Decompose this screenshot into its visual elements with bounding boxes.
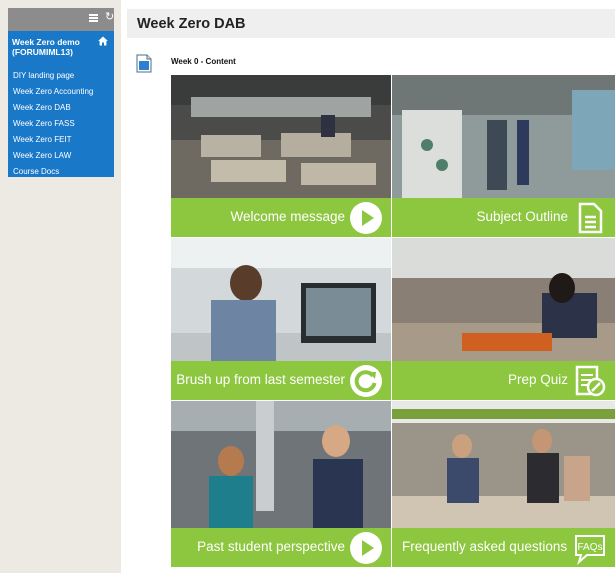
menu-item-week-zero-feit[interactable]: Week Zero FEIT (8, 133, 114, 149)
tile-faq[interactable]: Frequently asked questions FAQs (392, 401, 615, 567)
menu-item-week-zero-accounting[interactable]: Week Zero Accounting (8, 85, 114, 101)
tile-label: Welcome message (230, 209, 345, 224)
tile-caption-bar: Welcome message (171, 198, 391, 237)
menu-list-view-icon[interactable] (89, 14, 98, 22)
faq-icon: FAQs (575, 535, 605, 565)
content-area: Week Zero DAB Week 0 - Content Welcome m… (121, 0, 615, 573)
tile-caption-bar: Past student perspective (171, 528, 391, 567)
document-icon (578, 202, 603, 234)
tile-caption-bar: Brush up from last semester (171, 361, 391, 400)
menu-header: Week Zero demo (FORUMIML13) (8, 31, 114, 69)
menu-item-course-docs[interactable]: Course Docs (8, 165, 114, 181)
tile-label: Frequently asked questions (402, 539, 568, 554)
play-icon (350, 532, 382, 564)
document-item-icon (136, 54, 152, 73)
page-title: Week Zero DAB (137, 16, 246, 32)
tile-subject-outline[interactable]: Subject Outline (392, 75, 615, 237)
menu-item-diy-landing-page[interactable]: DIY landing page (8, 69, 114, 85)
tile-caption-bar: Frequently asked questions FAQs (392, 528, 615, 567)
tile-prep-quiz[interactable]: Prep Quiz (392, 238, 615, 400)
course-title[interactable]: Week Zero demo (FORUMIML13) (12, 37, 98, 57)
refresh-icon[interactable]: ↻ (105, 12, 114, 23)
studio-workspace-photo (171, 75, 391, 198)
quiz-icon (575, 365, 606, 397)
menu-item-week-zero-law[interactable]: Week Zero LAW (8, 149, 114, 165)
group-discussion-photo (392, 401, 615, 528)
refresh-circle-icon (350, 365, 382, 397)
menu-item-week-zero-dab[interactable]: Week Zero DAB (8, 101, 114, 117)
course-menu: ↻ Week Zero demo (FORUMIML13) DIY landin… (8, 8, 114, 177)
content-item-title[interactable]: Week 0 - Content (171, 57, 236, 66)
tile-past-student-perspective[interactable]: Past student perspective (171, 401, 391, 567)
tile-caption-bar: Prep Quiz (392, 361, 615, 400)
sewing-workshop-photo (392, 238, 615, 361)
workshop-students-photo (171, 401, 391, 528)
tile-label: Prep Quiz (507, 372, 568, 387)
art-studio-photo (392, 75, 615, 198)
left-column: ↻ Week Zero demo (FORUMIML13) DIY landin… (0, 0, 121, 573)
tile-label: Brush up from last semester (176, 372, 345, 387)
menu-item-week-zero-fass[interactable]: Week Zero FASS (8, 117, 114, 133)
tile-caption-bar: Subject Outline (392, 198, 615, 237)
student-computer-photo (171, 238, 391, 361)
svg-text:FAQs: FAQs (577, 542, 602, 553)
tile-label: Subject Outline (476, 209, 568, 224)
menu-toolbar: ↻ (8, 8, 114, 31)
tile-brush-up[interactable]: Brush up from last semester (171, 238, 391, 400)
course-menu-list: DIY landing page Week Zero Accounting We… (8, 69, 114, 181)
home-icon[interactable] (98, 36, 108, 46)
tile-label: Past student perspective (197, 539, 345, 554)
play-icon (350, 202, 382, 234)
tile-welcome-message[interactable]: Welcome message (171, 75, 391, 237)
page-title-bar: Week Zero DAB (127, 9, 615, 38)
